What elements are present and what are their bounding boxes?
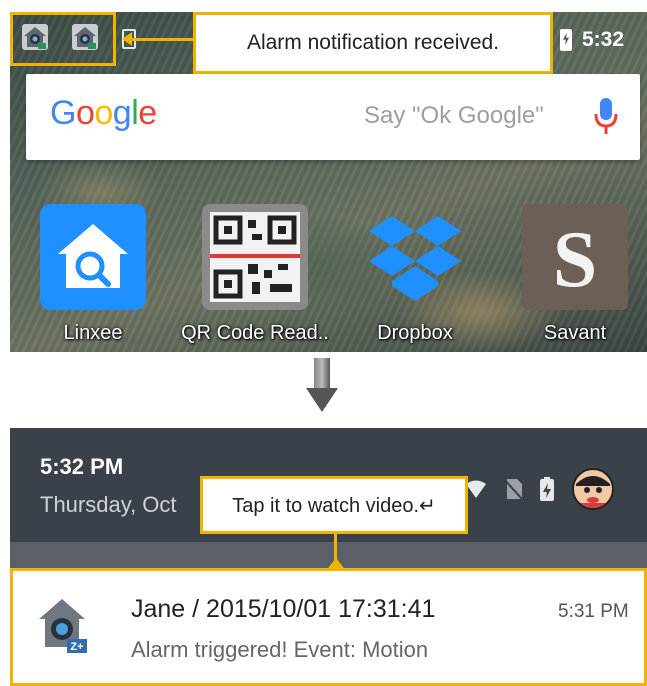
battery-charging-icon [540,477,554,501]
callout-arrow [328,558,344,568]
alarm-notification[interactable]: Z+ Jane / 2015/10/01 17:31:41 5:31 PM Al… [10,568,647,686]
dropbox-icon [369,216,461,301]
app-label: Savant [543,322,607,344]
no-sim-icon [504,479,522,499]
status-clock: 5:32 [560,28,624,52]
avatar[interactable] [572,468,614,510]
app-qr-code-reader[interactable]: QR Code Read.. [181,204,329,344]
app-savant[interactable]: S Savant [522,204,628,344]
app-label: Linxee [63,322,123,344]
system-icons [466,468,614,510]
notification-title: Jane / 2015/10/01 17:31:41 [131,595,436,623]
wifi-icon [466,480,486,498]
linxee-house-icon [40,204,146,310]
microphone-icon[interactable] [594,96,618,136]
notification-text: Alarm triggered! Event: Motion [131,637,429,662]
notification-highlight-box [10,12,116,66]
app-linxee[interactable]: Linxee [40,204,146,344]
callout-connector [130,38,195,41]
notification-shade: 5:32 PM Thursday, Oct Tap it to watch vi… [10,428,647,686]
app-label: Dropbox [377,322,453,344]
shade-time: 5:32 PM [40,454,124,479]
app-dropbox[interactable]: Dropbox [362,204,468,344]
search-hint: Say "Ok Google" [364,102,544,129]
qr-code-icon [202,204,308,310]
svg-text:Z+: Z+ [70,641,83,653]
status-time: 5:32 [582,28,625,51]
app-label: QR Code Read.. [181,322,329,344]
alarm-callout: Alarm notification received. [193,12,553,74]
svg-text:S: S [553,216,598,304]
google-search-bar[interactable]: Google Say "Ok Google" [26,74,640,160]
tap-callout: Tap it to watch video.↵ [200,476,468,534]
shade-header[interactable]: 5:32 PM Thursday, Oct Tap it to watch vi… [10,428,647,542]
home-screen: Alarm notification received. 5:32 Google… [10,12,647,352]
camera-house-icon: Z+ [39,599,87,653]
google-logo: Google [50,94,157,132]
battery-charging-icon [560,29,572,51]
shade-date: Thursday, Oct [40,492,177,517]
down-arrow-icon [306,358,338,412]
status-bar[interactable]: Alarm notification received. 5:32 [10,12,647,74]
savant-s-icon: S [522,204,628,310]
notification-time: 5:31 PM [558,601,629,622]
